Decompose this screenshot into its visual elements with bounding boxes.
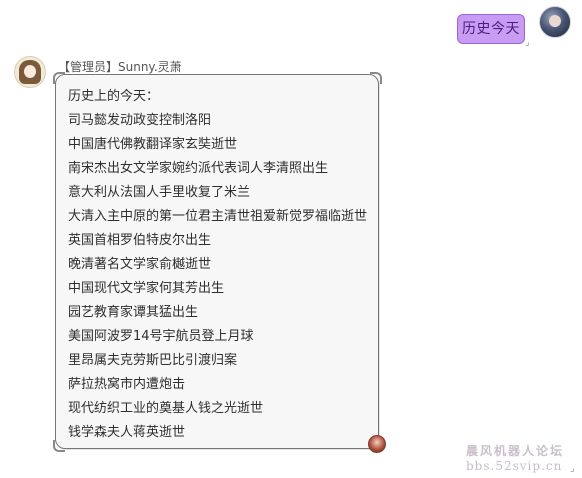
outgoing-message-bubble[interactable]: 历史今天 [457,14,525,44]
message-line: 园艺教育家谭其猛出生 [68,305,199,320]
message-line: 历史上的今天： [68,89,160,104]
message-line: 中国唐代佛教翻译家玄奘逝世 [68,137,238,152]
incoming-message-bubble[interactable]: 历史上的今天： 司马懿发动政变控制洛阳 中国唐代佛教翻译家玄奘逝世 南宋杰出女文… [53,72,386,453]
message-line: 大清入主中原的第一位君主清世祖爱新觉罗福临逝世 [68,209,368,224]
message-line: 萨拉热窝市内遭炮击 [68,377,186,392]
watermark-title: 晨风机器人论坛 [466,444,565,458]
message-line: 美国阿波罗14号宇航员登上月球 [68,329,254,344]
message-line: 钱学森夫人蒋英逝世 [68,425,186,440]
sender-name: 【管理员】Sunny.灵萧 [58,60,182,74]
admin-avatar-face [24,65,36,78]
chat-area: 历史今天 ⌟ 【管理员】Sunny.灵萧 历史上的今天： 司马懿发动政变控制洛阳… [0,0,582,478]
mini-sticker-icon [368,435,386,453]
message-line: 里昂属夫克劳斯巴比引渡归案 [68,353,238,368]
message-line: 中国现代文学家何其芳出生 [68,281,225,296]
message-line: 意大利从法国人手里收复了米兰 [68,185,251,200]
message-line: 英国首相罗伯特皮尔出生 [68,233,212,248]
bubble-corner-decoration [53,440,65,452]
forum-watermark: 晨风机器人论坛 bbs.52svip.cn [466,444,578,474]
watermark-url: bbs.52svip.cn [466,459,563,473]
message-line: 司马懿发动政变控制洛阳 [68,113,212,128]
message-line: 南宋杰出女文学家婉约派代表词人李清照出生 [68,161,329,176]
admin-avatar[interactable] [14,56,46,88]
user-avatar[interactable] [539,6,571,38]
message-line: 晚清著名文学家俞樾逝世 [68,257,212,272]
message-line: 现代纺织工业的奠基人钱之光逝世 [68,401,264,416]
bubble-corner-decoration [370,72,382,84]
user-avatar-face [549,15,561,27]
bubble-corner-decoration [53,72,65,84]
outgoing-corner-mark: ⌟ [525,37,530,48]
